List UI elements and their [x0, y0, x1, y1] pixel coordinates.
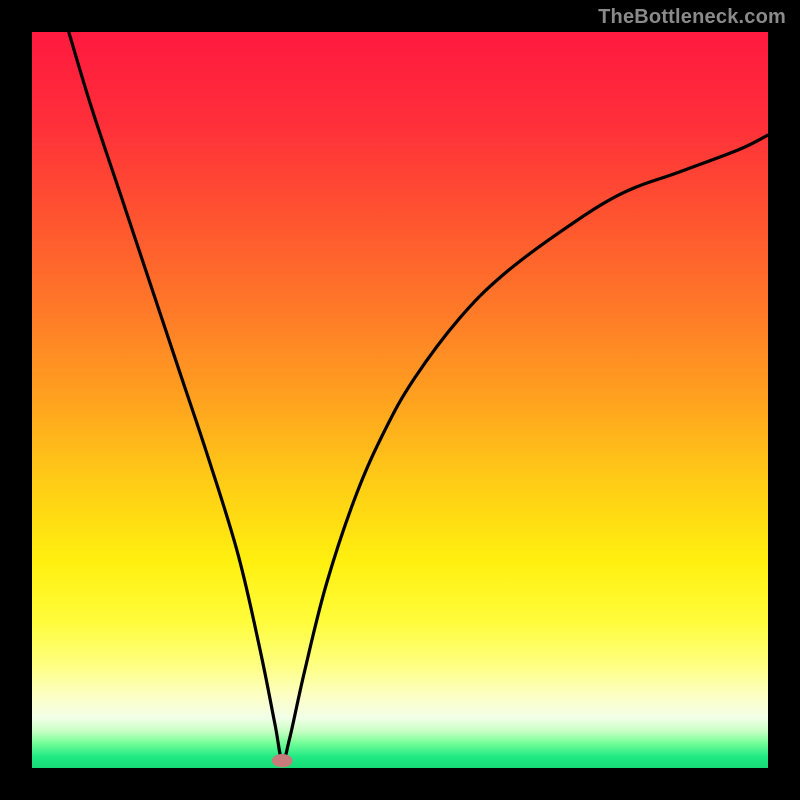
chart-container: TheBottleneck.com — [0, 0, 800, 800]
bottleneck-chart — [0, 0, 800, 800]
optimal-point-marker — [272, 754, 293, 767]
watermark-label: TheBottleneck.com — [598, 6, 786, 29]
